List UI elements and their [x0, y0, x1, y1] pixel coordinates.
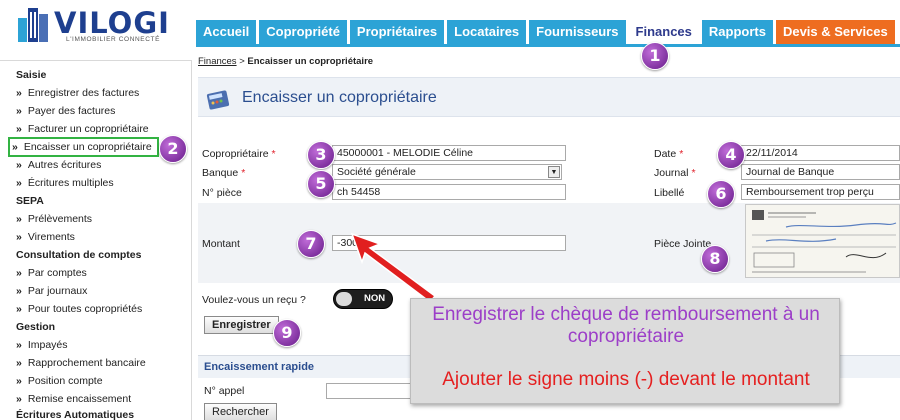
page-title: Encaisser un copropriétaire [242, 89, 437, 106]
rechercher-button[interactable]: Rechercher [204, 403, 277, 420]
sidebar-item-toutes-coproprietes[interactable]: » Pour toutes copropriétés [16, 303, 142, 315]
sidebar-item-payer-factures[interactable]: » Payer des factures [16, 105, 115, 117]
tab-finances[interactable]: Finances [628, 20, 699, 44]
journal-label: Journal * [654, 167, 696, 179]
callout-badge-4: 4 [717, 141, 745, 169]
banque-selected-value: Société générale [337, 166, 416, 178]
annotation-line-2: Ajouter le signe moins (-) devant le mon… [442, 369, 810, 390]
callout-badge-9: 9 [273, 319, 301, 347]
sidebar-item-autres-ecritures[interactable]: » Autres écritures [16, 159, 101, 171]
sidebar-item-par-comptes[interactable]: » Par comptes [16, 267, 87, 279]
n-appel-label: N° appel [204, 385, 245, 397]
tab-accueil[interactable]: Accueil [196, 20, 257, 44]
calculator-icon [206, 90, 230, 110]
sidebar-item-ecritures-multiples[interactable]: » Écritures multiples [16, 177, 114, 189]
sidebar-heading-saisie: Saisie [16, 69, 47, 81]
sidebar-heading-ecritures-auto: Écritures Automatiques [16, 409, 135, 420]
breadcrumb-link-finances[interactable]: Finances [198, 56, 237, 67]
breadcrumb: Finances > Encaisser un copropriétaire [198, 56, 374, 67]
page-header: Encaisser un copropriétaire [198, 77, 900, 117]
sidebar-item-encaisser-coproprietaire[interactable]: » Encaisser un copropriétaire [8, 137, 159, 157]
sidebar-item-par-journaux[interactable]: » Par journaux [16, 285, 87, 297]
sidebar-item-virements[interactable]: » Virements [16, 231, 75, 243]
sidebar-heading-sepa: SEPA [16, 195, 44, 207]
brand-tagline: L'IMMOBILIER CONNECTÉ [66, 36, 161, 43]
cheque-image [746, 205, 899, 277]
callout-badge-2: 2 [159, 135, 187, 163]
callout-badge-7: 7 [297, 230, 325, 258]
journal-select[interactable]: Journal de Banque [741, 164, 900, 180]
coproprietaire-label: Copropriétaire * [202, 148, 276, 160]
sidebar-item-position-compte[interactable]: » Position compte [16, 375, 103, 387]
breadcrumb-current: Encaisser un copropriétaire [247, 56, 374, 67]
banque-select[interactable]: Société générale ▼ [332, 164, 562, 180]
journal-selected-value: Journal de Banque [746, 166, 835, 178]
sidebar-item-prelevements[interactable]: » Prélèvements [16, 213, 92, 225]
annotation-line-1: Enregistrer le chèque de remboursement à… [432, 304, 820, 347]
n-piece-label: N° pièce [202, 187, 242, 199]
building-logo-icon [18, 8, 48, 42]
tab-devis-services[interactable]: Devis & Services [775, 20, 895, 44]
banque-label: Banque * [202, 167, 246, 179]
chevron-down-icon: ▼ [548, 166, 560, 178]
montant-label: Montant [202, 238, 240, 250]
date-field[interactable] [741, 145, 900, 161]
sidebar-heading-consultation: Consultation de comptes [16, 249, 142, 261]
cheque-thumbnail[interactable] [745, 204, 900, 278]
nav-underline [196, 44, 900, 47]
tab-proprietaires[interactable]: Propriétaires [349, 20, 445, 44]
sidebar-item-rapprochement[interactable]: » Rapprochement bancaire [16, 357, 146, 369]
tab-fournisseurs[interactable]: Fournisseurs [529, 20, 626, 44]
enregistrer-button[interactable]: Enregistrer [204, 316, 279, 334]
sidebar-item-impayes[interactable]: » Impayés [16, 339, 68, 351]
tab-locataires[interactable]: Locataires [447, 20, 527, 44]
callout-badge-1: 1 [641, 42, 669, 70]
piece-jointe-label: Pièce Jointe [654, 238, 712, 250]
date-label: Date * [654, 148, 684, 160]
brand-logo[interactable]: VILOGI L'IMMOBILIER CONNECTÉ [14, 4, 174, 46]
tab-copropriete[interactable]: Copropriété [259, 20, 347, 44]
sidebar-item-facturer-coproprietaire[interactable]: » Facturer un copropriétaire [16, 123, 149, 135]
callout-badge-8: 8 [701, 245, 729, 273]
tab-rapports[interactable]: Rapports [701, 20, 773, 44]
libelle-label: Libellé [654, 187, 685, 199]
sidebar-item-enregistrer-factures[interactable]: » Enregistrer des factures [16, 87, 139, 99]
quick-title: Encaissement rapide [204, 361, 315, 373]
recu-label: Voulez-vous un reçu ? [202, 294, 306, 306]
callout-badge-6: 6 [707, 180, 735, 208]
n-piece-field[interactable] [332, 184, 566, 200]
callout-badge-3: 3 [307, 141, 335, 169]
sidebar-heading-gestion: Gestion [16, 321, 56, 333]
callout-badge-5: 5 [307, 170, 335, 198]
brand-name: VILOGI [54, 6, 170, 40]
main-nav: Accueil Copropriété Propriétaires Locata… [196, 20, 898, 44]
sidebar-item-remise-encaissement[interactable]: » Remise encaissement [16, 393, 131, 405]
libelle-field[interactable] [741, 184, 900, 200]
coproprietaire-field[interactable] [332, 145, 566, 161]
annotation-box: Enregistrer le chèque de remboursement à… [410, 298, 840, 404]
sidebar: Saisie » Enregistrer des factures » Payer … [0, 60, 192, 420]
